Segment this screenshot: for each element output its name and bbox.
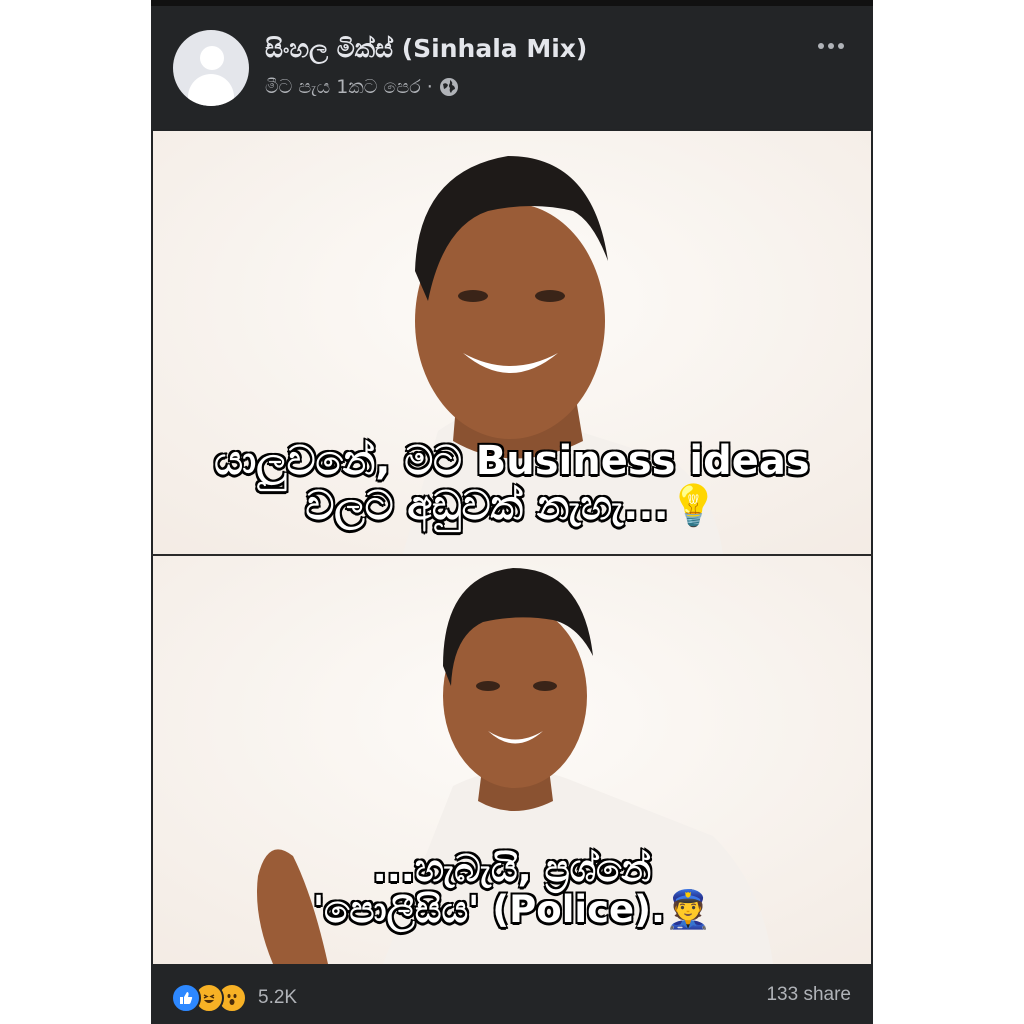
meme-caption-top: යාලුවනේ, මට Business ideas වලට අඩුවක් නැ…: [153, 437, 871, 529]
more-options-icon: [818, 43, 824, 49]
caption-line: 'පොලීසිය' (Police).: [312, 888, 667, 932]
globe-icon[interactable]: [439, 77, 459, 97]
caption-line: ...හැබැයි, ප්‍රශ්නේ: [371, 846, 652, 890]
more-options-icon: [838, 43, 844, 49]
light-bulb-icon: 💡: [668, 482, 719, 529]
caption-line-with-emoji: 'පොලීසිය' (Police).👮: [153, 888, 871, 932]
page-avatar[interactable]: [173, 30, 249, 106]
meme-panel-top[interactable]: යාලුවනේ, මට Business ideas වලට අඩුවක් නැ…: [153, 131, 871, 554]
page-name-link[interactable]: සිංහල මික්ස් (Sinhala Mix): [265, 34, 587, 64]
share-count[interactable]: 133 share: [766, 984, 851, 1006]
post-meta: මීට පැය 1කට පෙර ·: [265, 76, 459, 98]
post-footer: 5.2K 133 share: [151, 964, 873, 1024]
post-card: සිංහල මික්ස් (Sinhala Mix) මීට පැය 1කට ප…: [151, 0, 873, 1024]
more-options-button[interactable]: [811, 36, 851, 56]
reaction-count[interactable]: 5.2K: [258, 987, 297, 1009]
caption-line: යාලුවනේ, මට Business ideas: [213, 437, 811, 484]
like-icon: [171, 983, 201, 1013]
caption-line-with-emoji: වලට අඩුවක් නැහැ...💡: [153, 482, 871, 529]
meme-caption-bottom: ...හැබැයි, ප්‍රශ්නේ 'පොලීසිය' (Police).👮: [153, 846, 871, 932]
avatar-body-shape: [188, 74, 234, 106]
avatar-head-shape: [200, 46, 224, 70]
post-time[interactable]: මීට පැය 1කට පෙර ·: [265, 76, 433, 98]
reactions-summary[interactable]: 5.2K: [171, 983, 297, 1013]
post-header: සිංහල මික්ස් (Sinhala Mix) මීට පැය 1කට ප…: [151, 6, 873, 129]
more-options-icon: [828, 43, 834, 49]
meme-panel-bottom[interactable]: ...හැබැයි, ප්‍රශ්නේ 'පොලීසිය' (Police).👮: [153, 556, 871, 964]
police-officer-icon: 👮: [665, 888, 712, 932]
caption-line: වලට අඩුවක් නැහැ...: [304, 482, 670, 529]
